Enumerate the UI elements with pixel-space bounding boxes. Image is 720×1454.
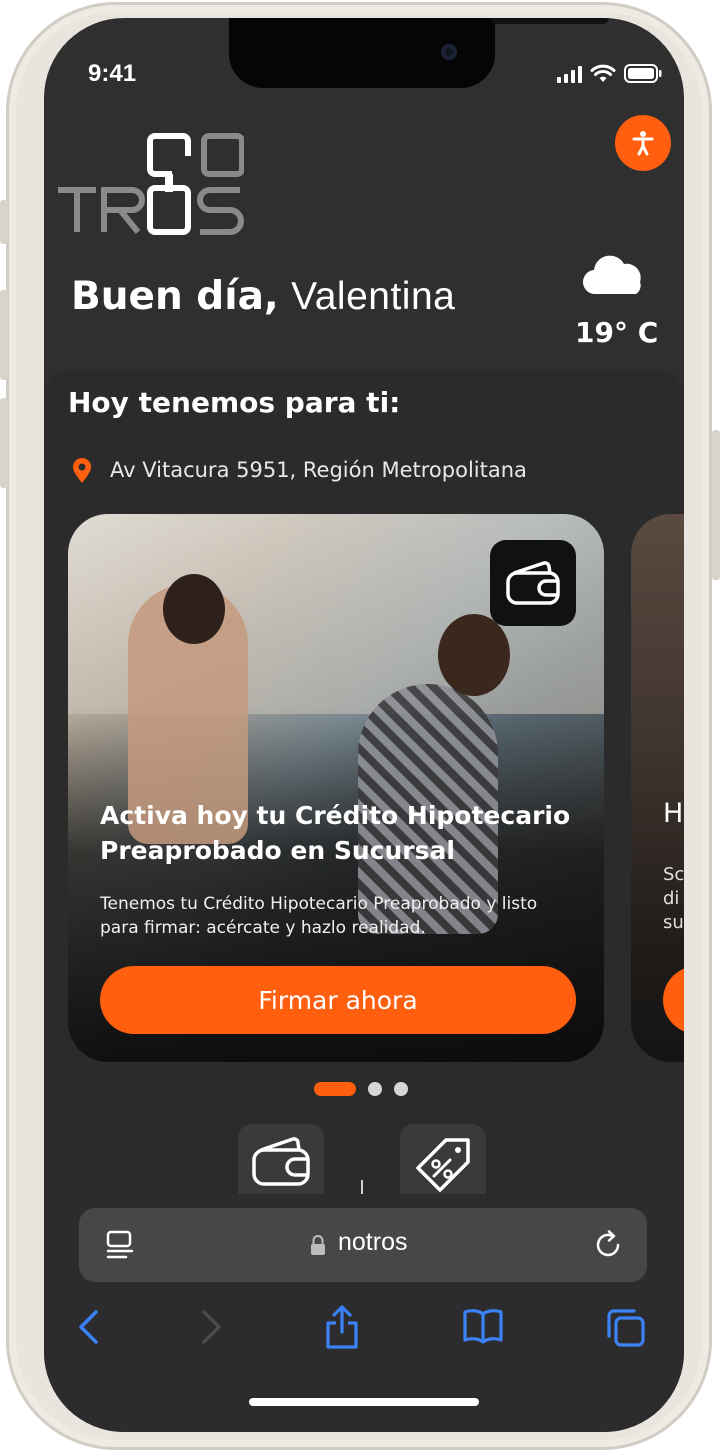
battery-icon	[624, 64, 662, 83]
bookmarks-icon[interactable]	[462, 1308, 504, 1344]
status-icons	[557, 64, 662, 83]
tabs-icon[interactable]	[606, 1308, 646, 1348]
greeting-prefix: Buen día,	[71, 274, 279, 319]
discount-tag-icon	[416, 1138, 470, 1192]
temperature: 19° C	[575, 316, 659, 349]
card-title: Activa hoy tu Crédito Hipotecario Preapr…	[100, 801, 571, 865]
reload-icon[interactable]	[594, 1230, 624, 1260]
pagination-dot-active[interactable]	[314, 1082, 356, 1096]
scene-person-left-head	[163, 574, 225, 644]
phone-screen: 9:41 Buen día, Valentina 19° C Hoy tenem…	[44, 18, 684, 1432]
wallet-icon	[506, 561, 560, 605]
power-button	[712, 430, 720, 580]
status-time: 9:41	[88, 60, 137, 87]
pagination-dot[interactable]	[394, 1082, 408, 1096]
volume-up-button	[0, 290, 8, 380]
carousel-pagination	[314, 1082, 408, 1096]
notch	[229, 18, 609, 88]
scene-person-right-head	[438, 614, 510, 696]
signal-icon	[557, 65, 582, 83]
front-camera	[441, 44, 457, 60]
back-icon[interactable]	[76, 1308, 100, 1346]
offers-section-title: Hoy tenemos para ti:	[68, 386, 401, 419]
accessibility-icon	[632, 131, 654, 156]
speaker	[491, 18, 609, 24]
pagination-dot[interactable]	[368, 1082, 382, 1096]
lock-icon	[311, 1235, 325, 1255]
next-card-desc-line: su	[663, 912, 684, 933]
next-card-button[interactable]	[663, 966, 684, 1034]
location-pin-icon	[73, 458, 91, 483]
url-text[interactable]: notros	[338, 1228, 407, 1257]
share-icon[interactable]	[324, 1304, 360, 1350]
wifi-icon	[590, 64, 616, 82]
card-badge	[490, 540, 576, 626]
quick-actions-divider	[361, 1180, 363, 1194]
card-description: Tenemos tu Crédito Hipotecario Preaproba…	[100, 894, 538, 938]
forward-icon[interactable]	[200, 1308, 224, 1346]
next-card-desc-line: di	[663, 888, 680, 909]
mute-switch	[0, 200, 8, 244]
location-text: Av Vitacura 5951, Región Metropolitana	[110, 458, 527, 482]
quick-action-discounts[interactable]	[400, 1124, 486, 1198]
quick-action-wallet[interactable]	[238, 1124, 324, 1198]
promo-card[interactable]: Activa hoy tu Crédito Hipotecario Preapr…	[68, 514, 604, 1062]
notros-logo	[58, 133, 244, 235]
home-indicator[interactable]	[249, 1398, 479, 1406]
volume-down-button	[0, 398, 8, 488]
user-name: Valentina	[291, 275, 456, 318]
accessibility-button[interactable]	[615, 115, 671, 171]
greeting: Buen día, Valentina	[71, 274, 455, 319]
reader-icon[interactable]	[106, 1230, 134, 1260]
next-promo-card[interactable]: H Sc di su	[631, 514, 684, 1062]
cloud-icon	[582, 255, 641, 295]
wallet-icon	[252, 1137, 310, 1186]
sign-now-button[interactable]: Firmar ahora	[100, 966, 576, 1034]
next-card-title: H	[663, 798, 684, 829]
next-card-desc-line: Sc	[663, 864, 684, 885]
